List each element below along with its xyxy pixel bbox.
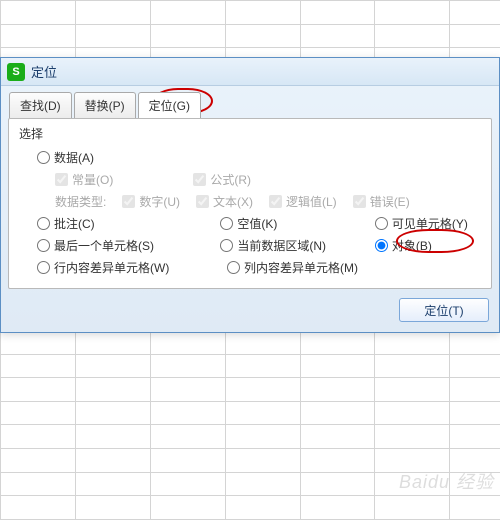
radio-rowdiff[interactable]: [37, 261, 50, 274]
check-number: [122, 195, 135, 208]
check-number-label: 数字(U): [139, 193, 180, 210]
check-constant-label: 常量(O): [72, 171, 113, 188]
check-error: [353, 195, 366, 208]
goto-dialog: S 定位 查找(D) 替换(P) 定位(G) 选择 数据(A) 常量(O) 公式…: [0, 57, 500, 333]
radio-blank[interactable]: [220, 217, 233, 230]
dialog-titlebar[interactable]: S 定位: [1, 58, 499, 86]
check-logic: [269, 195, 282, 208]
tab-goto[interactable]: 定位(G): [138, 92, 201, 118]
radio-visible[interactable]: [375, 217, 388, 230]
goto-panel: 选择 数据(A) 常量(O) 公式(R) 数据类型: 数字(U): [8, 118, 492, 289]
radio-coldiff[interactable]: [227, 261, 240, 274]
check-text-label: 文本(X): [213, 193, 253, 210]
check-formula-label: 公式(R): [210, 171, 251, 188]
radio-rowdiff-label[interactable]: 行内容差异单元格(W): [54, 259, 169, 276]
tab-find[interactable]: 查找(D): [9, 92, 72, 118]
radio-object-label[interactable]: 对象(B): [392, 237, 432, 254]
radio-coldiff-label[interactable]: 列内容差异单元格(M): [244, 259, 358, 276]
radio-data-label[interactable]: 数据(A): [54, 149, 94, 166]
app-icon: S: [7, 63, 25, 81]
tab-strip: 查找(D) 替换(P) 定位(G): [1, 86, 499, 118]
check-error-label: 错误(E): [370, 193, 410, 210]
radio-object[interactable]: [375, 239, 388, 252]
button-row: 定位(T): [1, 296, 499, 332]
check-formula: [193, 173, 206, 186]
tab-replace[interactable]: 替换(P): [74, 92, 136, 118]
radio-lastcell-label[interactable]: 最后一个单元格(S): [54, 237, 154, 254]
radio-region-label[interactable]: 当前数据区域(N): [237, 237, 326, 254]
check-logic-label: 逻辑值(L): [286, 193, 337, 210]
radio-data[interactable]: [37, 151, 50, 164]
radio-visible-label[interactable]: 可见单元格(Y): [392, 215, 468, 232]
dialog-title: 定位: [31, 62, 57, 81]
datatype-label: 数据类型:: [55, 193, 106, 210]
ok-button[interactable]: 定位(T): [399, 298, 489, 322]
check-constant: [55, 173, 68, 186]
radio-region[interactable]: [220, 239, 233, 252]
radio-blank-label[interactable]: 空值(K): [237, 215, 277, 232]
radio-comment[interactable]: [37, 217, 50, 230]
radio-lastcell[interactable]: [37, 239, 50, 252]
watermark: Baidu 经验: [399, 468, 494, 494]
section-label: 选择: [19, 125, 481, 142]
check-text: [196, 195, 209, 208]
radio-comment-label[interactable]: 批注(C): [54, 215, 95, 232]
